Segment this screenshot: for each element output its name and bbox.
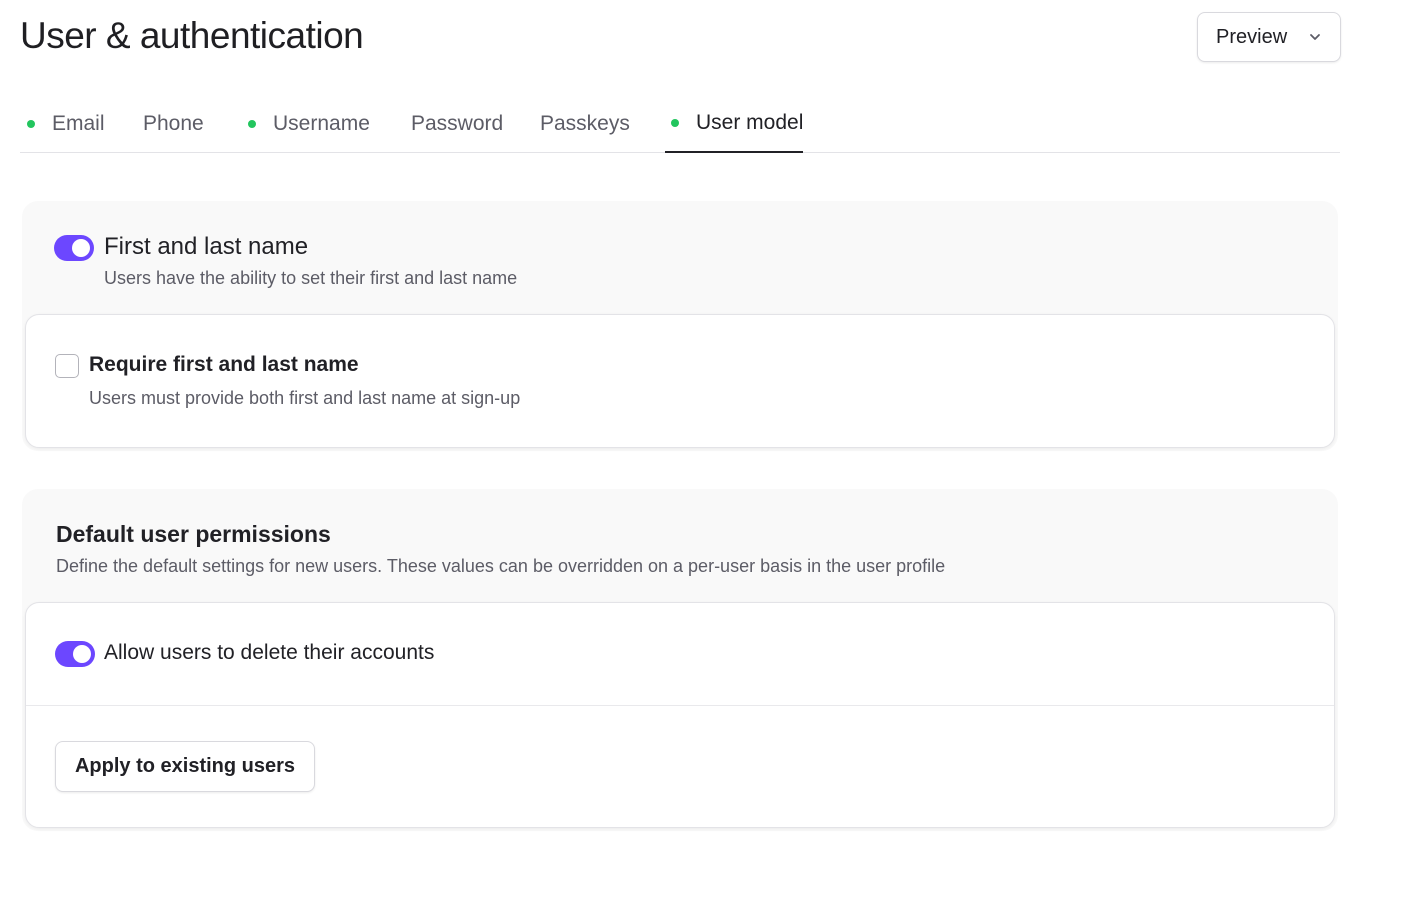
toggle-knob (72, 239, 90, 257)
tab-email[interactable]: Email (27, 95, 105, 153)
tab-phone[interactable]: Phone (143, 95, 204, 153)
permissions-title: Default user permissions (56, 521, 331, 547)
delete-accounts-label: Allow users to delete their accounts (104, 641, 435, 664)
require-name-label: Require first and last name (89, 353, 359, 376)
enabled-dot-icon (248, 120, 256, 128)
delete-accounts-toggle[interactable] (55, 641, 95, 667)
require-name-description: Users must provide both first and last n… (89, 388, 521, 408)
name-section-title: First and last name (104, 233, 309, 260)
name-section-description: Users have the ability to set their firs… (104, 268, 518, 288)
apply-to-existing-users-button[interactable]: Apply to existing users (55, 741, 315, 792)
default-permissions-panel: Default user permissions Define the defa… (22, 489, 1338, 831)
tab-label: User model (696, 111, 804, 134)
name-settings-panel: First and last name Users have the abili… (22, 201, 1338, 451)
require-name-checkbox[interactable] (55, 354, 79, 378)
tab-username[interactable]: Username (248, 95, 370, 153)
tab-label: Phone (143, 112, 204, 135)
tab-password[interactable]: Password (411, 95, 503, 153)
tab-bar: Email Phone Username Password Passkeys U… (20, 95, 1340, 153)
page: User & authentication Preview Email Phon… (0, 0, 1403, 904)
divider (26, 705, 1334, 706)
chevron-down-icon (1310, 34, 1320, 40)
permissions-card: Allow users to delete their accounts App… (25, 602, 1335, 828)
permissions-description: Define the default settings for new user… (56, 556, 946, 576)
first-last-name-toggle[interactable] (54, 235, 94, 261)
toggle-knob (73, 645, 91, 663)
tab-label: Passkeys (540, 112, 630, 135)
require-name-card: Require first and last name Users must p… (25, 314, 1335, 448)
page-title: User & authentication (20, 15, 364, 56)
preview-dropdown-button[interactable]: Preview (1197, 12, 1341, 62)
tab-passkeys[interactable]: Passkeys (540, 95, 630, 153)
tab-label: Email (52, 112, 105, 135)
preview-label: Preview (1216, 25, 1288, 48)
tab-label: Username (273, 112, 370, 135)
enabled-dot-icon (671, 119, 679, 127)
tab-user-model[interactable]: User model (665, 95, 804, 153)
tab-label: Password (411, 112, 504, 135)
enabled-dot-icon (27, 120, 35, 128)
